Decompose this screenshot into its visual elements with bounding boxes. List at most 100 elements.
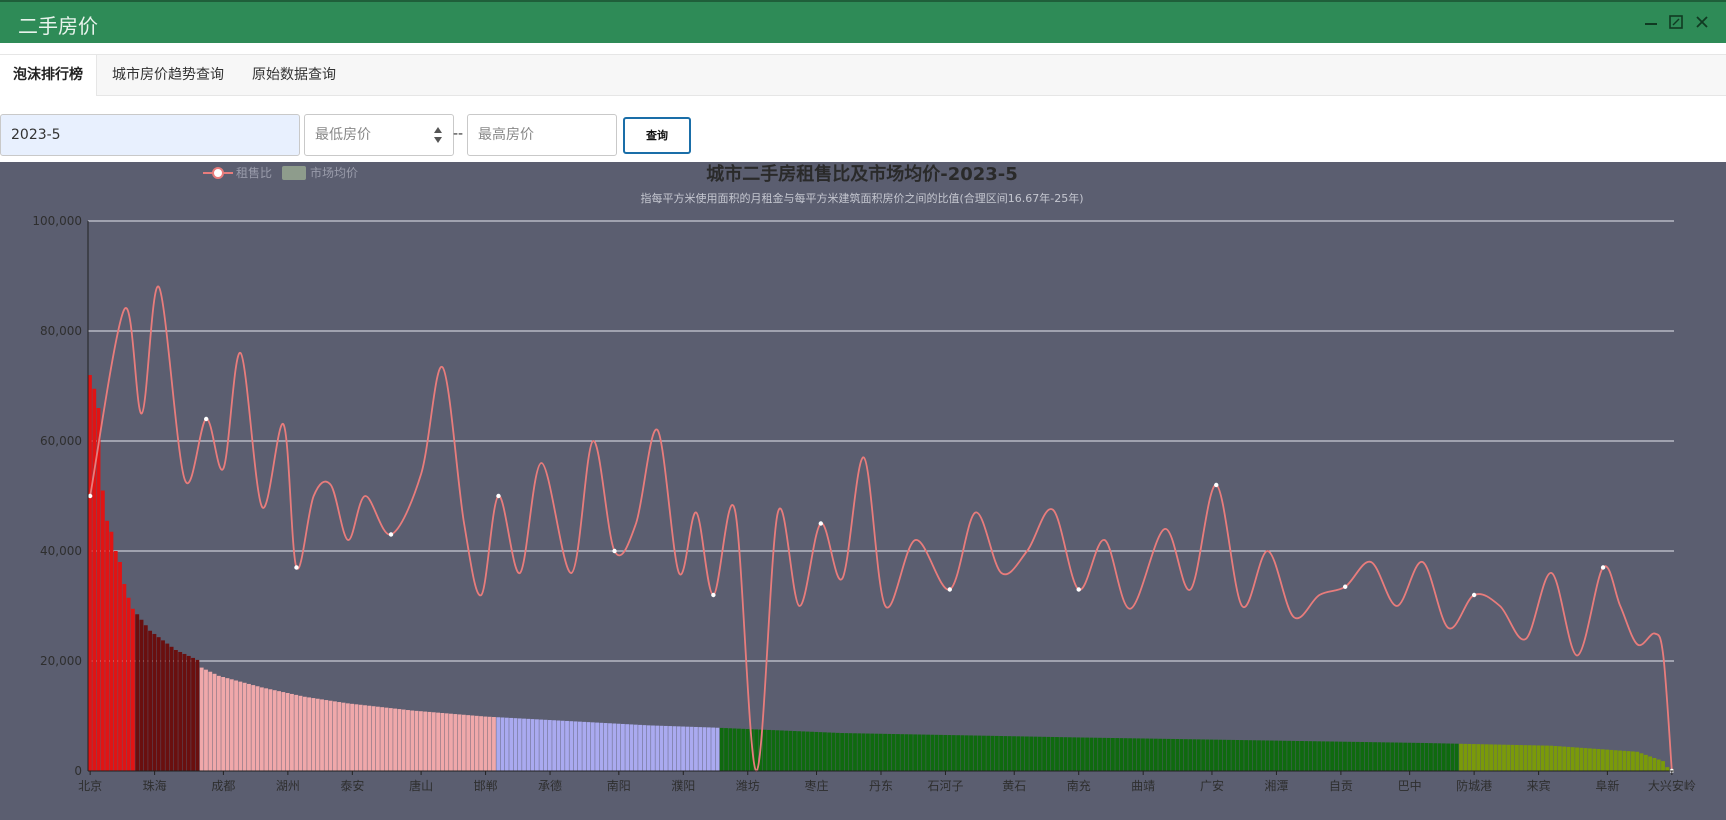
close-icon[interactable] (1692, 12, 1712, 32)
price-bar[interactable] (840, 733, 845, 771)
price-bar[interactable] (1003, 736, 1008, 771)
price-bar[interactable] (526, 718, 531, 771)
price-bar[interactable] (1562, 746, 1567, 771)
price-bar[interactable] (1643, 754, 1648, 771)
ratio-point[interactable] (612, 548, 617, 554)
price-bar[interactable] (1575, 747, 1579, 771)
price-bar[interactable] (208, 671, 213, 771)
price-bar[interactable] (363, 705, 367, 771)
price-bar[interactable] (1055, 737, 1059, 771)
price-bar[interactable] (169, 646, 174, 771)
price-bar[interactable] (595, 722, 600, 771)
price-bar[interactable] (1553, 746, 1558, 771)
price-bar[interactable] (186, 655, 191, 771)
price-bar[interactable] (1484, 744, 1489, 771)
price-bar[interactable] (633, 724, 638, 771)
price-bar[interactable] (1454, 743, 1459, 771)
price-bar[interactable] (1102, 737, 1107, 771)
price-bar[interactable] (887, 733, 892, 771)
price-bar[interactable] (1166, 738, 1171, 771)
price-bar[interactable] (883, 733, 887, 771)
price-bar[interactable] (1123, 738, 1128, 771)
price-bar[interactable] (496, 717, 501, 771)
price-bar[interactable] (431, 712, 436, 771)
minimize-icon[interactable] (1641, 12, 1661, 32)
price-bar[interactable] (655, 725, 660, 771)
price-bar[interactable] (1231, 739, 1236, 771)
price-bar[interactable] (350, 703, 355, 771)
price-bar[interactable] (556, 720, 561, 771)
price-bar[interactable] (483, 716, 488, 771)
price-bar[interactable] (212, 673, 217, 771)
price-bar[interactable] (1519, 745, 1524, 771)
price-bar[interactable] (1252, 740, 1257, 771)
price-bar[interactable] (457, 714, 462, 771)
price-bar[interactable] (1639, 753, 1644, 771)
price-bar[interactable] (762, 729, 767, 771)
price-bar[interactable] (264, 688, 269, 771)
price-bar[interactable] (775, 730, 780, 771)
price-bar[interactable] (831, 732, 836, 771)
price-bar[interactable] (152, 633, 157, 771)
price-bar[interactable] (1377, 742, 1382, 771)
price-bar[interactable] (1235, 739, 1240, 771)
price-bar[interactable] (88, 375, 92, 771)
price-bar[interactable] (255, 686, 260, 771)
price-bar[interactable] (715, 727, 720, 771)
price-bar[interactable] (1085, 737, 1090, 771)
ratio-point[interactable] (203, 416, 209, 422)
price-bar[interactable] (1239, 740, 1244, 771)
price-bar[interactable] (1196, 739, 1201, 771)
price-bar[interactable] (921, 734, 926, 771)
price-bar[interactable] (737, 728, 741, 771)
price-bar[interactable] (307, 697, 312, 771)
price-bar[interactable] (161, 640, 165, 771)
price-bar[interactable] (1145, 738, 1150, 771)
price-bar[interactable] (332, 701, 337, 771)
price-bar[interactable] (930, 734, 935, 771)
ratio-point[interactable] (294, 565, 299, 570)
price-bar[interactable] (1364, 742, 1369, 771)
price-bar[interactable] (861, 733, 866, 771)
maximize-icon[interactable] (1666, 12, 1686, 32)
price-bar[interactable] (1067, 737, 1072, 771)
price-bar[interactable] (741, 728, 746, 771)
price-bar[interactable] (1489, 744, 1494, 771)
price-bar[interactable] (625, 724, 630, 771)
price-bar[interactable] (577, 721, 582, 771)
price-bar[interactable] (1648, 756, 1653, 771)
price-bar[interactable] (565, 720, 569, 771)
price-bar[interactable] (547, 720, 552, 771)
price-bar[interactable] (702, 727, 707, 771)
price-bar[interactable] (629, 724, 634, 771)
price-bar[interactable] (1471, 744, 1476, 771)
price-bar[interactable] (204, 669, 208, 771)
price-bar[interactable] (358, 704, 363, 771)
price-bar[interactable] (1523, 745, 1528, 771)
price-bar[interactable] (199, 667, 204, 771)
price-bar[interactable] (878, 733, 883, 771)
price-bar[interactable] (1312, 741, 1317, 771)
price-bar[interactable] (1398, 742, 1403, 771)
price-bar[interactable] (1063, 737, 1068, 771)
price-bar[interactable] (449, 713, 453, 771)
price-bar[interactable] (173, 650, 178, 771)
price-bar[interactable] (711, 727, 716, 771)
price-bar[interactable] (143, 625, 148, 771)
price-bar[interactable] (182, 653, 187, 771)
price-bar[interactable] (960, 735, 965, 771)
stepper-icon[interactable] (433, 127, 443, 143)
price-bar[interactable] (608, 723, 612, 771)
price-bar[interactable] (1618, 750, 1622, 771)
price-bar[interactable] (1214, 739, 1218, 771)
price-bar[interactable] (599, 722, 604, 771)
price-bar[interactable] (853, 733, 857, 771)
price-bar[interactable] (1175, 739, 1180, 771)
price-bar[interactable] (1609, 749, 1614, 771)
price-bar[interactable] (1557, 746, 1562, 771)
price-bar[interactable] (835, 732, 840, 771)
price-bar[interactable] (414, 710, 419, 771)
price-bar[interactable] (1141, 738, 1145, 771)
ratio-point[interactable] (87, 493, 93, 499)
price-bar[interactable] (1420, 742, 1425, 771)
